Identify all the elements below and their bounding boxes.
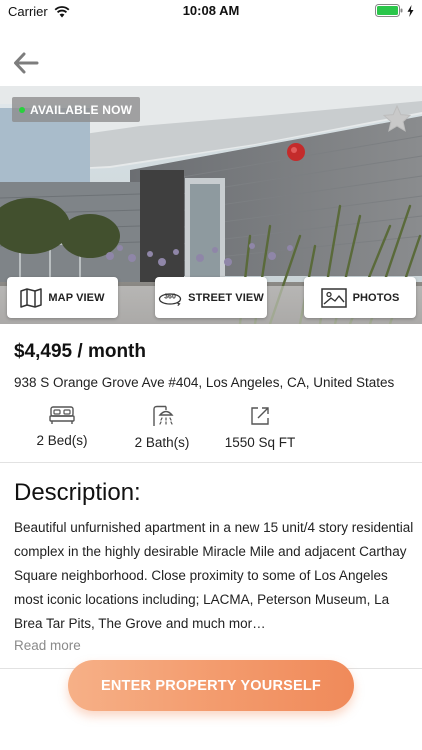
feature-bathrooms: 2 Bath(s) (120, 405, 204, 450)
image-icon (320, 287, 347, 308)
description-title: Description: (14, 479, 141, 506)
battery-icon (375, 4, 403, 17)
battery-indicator (375, 4, 414, 17)
feature-area-label: 1550 Sq FT (224, 435, 296, 450)
read-more-link[interactable]: Read more (14, 638, 81, 653)
arrow-left-icon (14, 52, 39, 74)
360-view-icon: 360 (159, 292, 182, 306)
bed-icon (49, 406, 75, 424)
availability-dot (19, 106, 25, 113)
street-view-button[interactable]: 360 STREET VIEW (155, 277, 267, 318)
description-text: Beautiful unfurnished apartment in a new… (14, 520, 414, 631)
svg-text:360: 360 (164, 293, 176, 300)
status-time: 10:08 AM (182, 3, 240, 18)
feature-bedrooms: 2 Bed(s) (22, 405, 102, 448)
map-icon (20, 287, 43, 308)
enter-property-button[interactable]: ENTER PROPERTY YOURSELF (68, 660, 354, 711)
star-icon (382, 104, 412, 132)
back-button[interactable] (12, 50, 40, 76)
favorite-button[interactable] (382, 104, 412, 134)
feature-bedrooms-label: 2 Bed(s) (36, 433, 88, 448)
map-view-button[interactable]: MAP VIEW (7, 277, 118, 318)
charging-bolt-icon (407, 4, 414, 17)
street-view-label: STREET VIEW (188, 291, 264, 304)
feature-area: 1550 Sq FT (215, 405, 305, 450)
shower-icon (153, 405, 174, 426)
map-view-label: MAP VIEW (48, 291, 105, 304)
feature-bathrooms-label: 2 Bath(s) (134, 435, 190, 450)
photos-button[interactable]: PHOTOS (304, 277, 416, 318)
availability-badge: AVAILABLE NOW (12, 97, 141, 122)
section-divider (0, 462, 422, 463)
enter-property-label: ENTER PROPERTY YOURSELF (101, 677, 321, 694)
address: 938 S Orange Grove Ave #404, Los Angeles… (14, 375, 395, 390)
status-bar: Carrier 10:08 AM (0, 0, 422, 22)
price: $4,495 / month (14, 341, 146, 362)
expand-icon (251, 407, 269, 425)
photos-label: PHOTOS (352, 291, 400, 304)
availability-label: AVAILABLE NOW (30, 102, 133, 117)
